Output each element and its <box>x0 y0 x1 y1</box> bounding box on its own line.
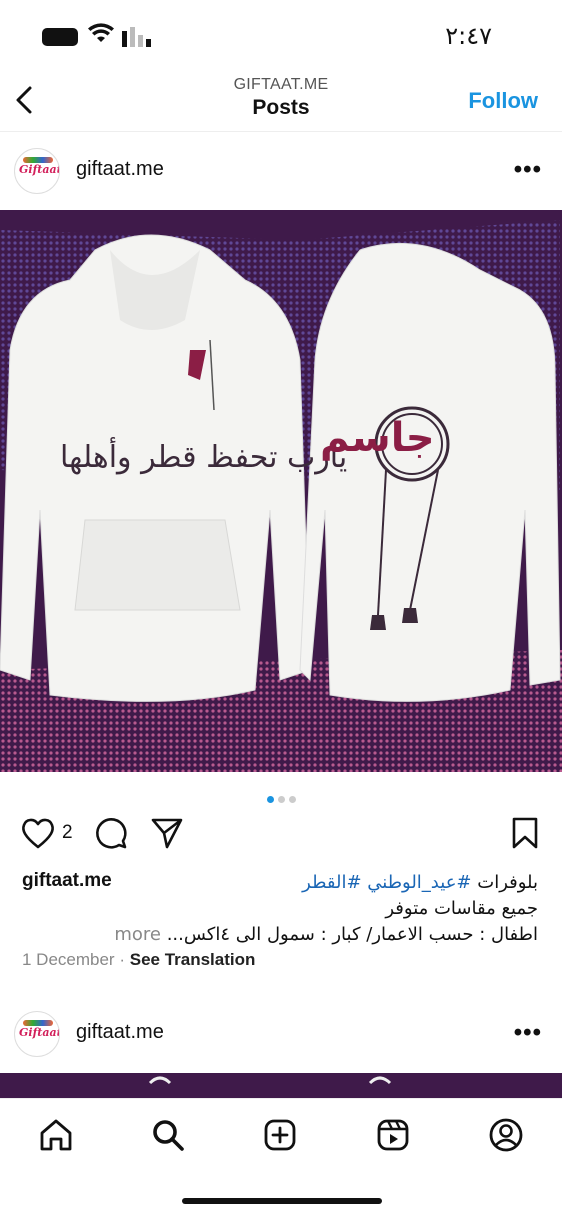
avatar-logo: Giftaat <box>19 163 60 176</box>
like-heart-icon[interactable] <box>20 816 56 850</box>
caption-line-3-text: اطفال : حسب الاعمار/ كبار : سمول الى ٤اك… <box>166 924 538 945</box>
hoodies-illustration <box>0 210 562 772</box>
home-indicator[interactable] <box>182 1198 382 1204</box>
top-bar: GIFTAAT.ME Posts Follow <box>0 70 562 132</box>
status-time: ٢:٤٧ <box>445 22 492 50</box>
likes-count[interactable]: 2 <box>62 822 73 844</box>
comment-icon[interactable] <box>94 816 128 850</box>
carousel-dot <box>266 796 274 803</box>
home-icon[interactable] <box>38 1117 74 1153</box>
post-header: Giftaat giftaat.me ••• <box>0 132 562 210</box>
see-translation-link[interactable]: See Translation <box>130 950 256 969</box>
carousel-dot <box>277 796 285 803</box>
more-options-icon[interactable]: ••• <box>514 156 542 184</box>
search-icon[interactable] <box>150 1117 186 1153</box>
wifi-icon <box>88 23 114 42</box>
avatar[interactable]: Giftaat <box>14 148 60 194</box>
post-meta: 1 December · See Translation <box>22 950 255 970</box>
right-hoodie-text: جاسم <box>320 415 435 461</box>
battery-icon <box>42 28 78 46</box>
caption-line-1: بلوفرات #عيد_الوطني #القطر <box>18 870 538 896</box>
post-username[interactable]: giftaat.me <box>76 1021 164 1044</box>
profile-icon[interactable] <box>488 1117 524 1153</box>
carousel-dot <box>288 796 296 803</box>
bottom-navigation <box>0 1098 562 1218</box>
post-header-2: Giftaat giftaat.me ••• <box>0 995 562 1073</box>
status-bar: ٢:٤٧ <box>0 0 562 70</box>
post-caption: بلوفرات #عيد_الوطني #القطر جميع مقاسات م… <box>18 870 538 948</box>
more-options-icon[interactable]: ••• <box>514 1019 542 1047</box>
caption-line-3: اطفال : حسب الاعمار/ كبار : سمول الى ٤اك… <box>18 922 538 948</box>
left-hoodie-text: يارب تحفظ قطر وأهلها <box>60 440 348 475</box>
avatar-logo: Giftaat <box>19 1026 60 1039</box>
signal-icon <box>122 27 151 47</box>
caption-prefix: بلوفرات <box>477 872 538 893</box>
share-icon[interactable] <box>150 816 184 850</box>
hashtag-link[interactable]: #عيد_الوطني <box>367 872 471 893</box>
create-icon[interactable] <box>262 1117 298 1153</box>
carousel-indicator <box>0 790 562 808</box>
follow-button[interactable]: Follow <box>468 88 538 114</box>
save-bookmark-icon[interactable] <box>510 816 540 850</box>
hashtag-link[interactable]: #القطر <box>302 872 361 893</box>
post-username[interactable]: giftaat.me <box>76 158 164 181</box>
reels-icon[interactable] <box>375 1117 411 1153</box>
avatar[interactable]: Giftaat <box>14 1011 60 1057</box>
caption-line-2: جميع مقاسات متوفر <box>385 898 538 919</box>
caption-more-link[interactable]: more <box>114 924 161 945</box>
post-actions: 2 <box>0 816 562 852</box>
meta-separator: · <box>119 950 130 969</box>
post-date: 1 December <box>22 950 115 969</box>
post-image[interactable]: يارب تحفظ قطر وأهلها جاسم <box>0 210 562 772</box>
